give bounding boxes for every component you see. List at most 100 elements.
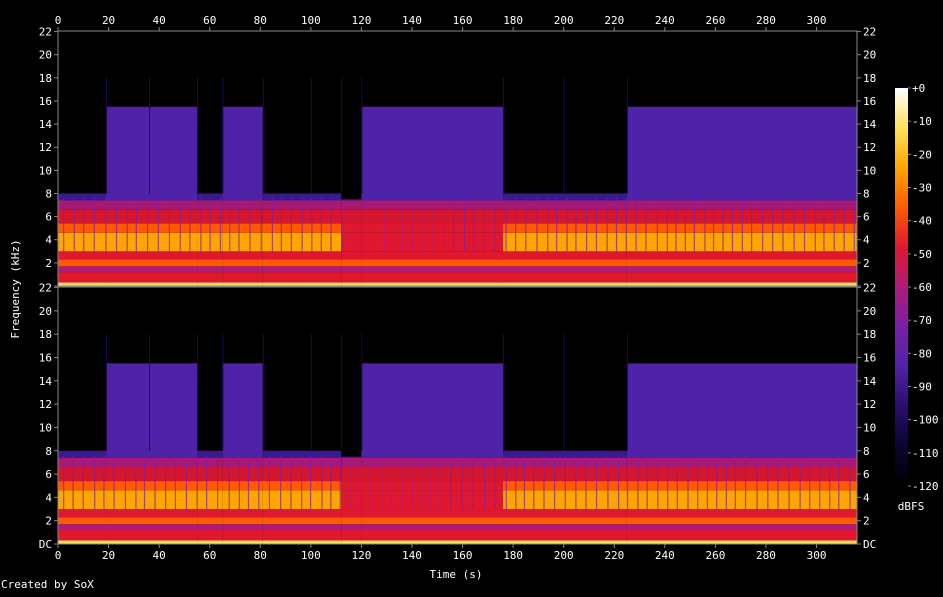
- low-frequency-band: [106, 232, 198, 252]
- low-frequency-band: [58, 200, 107, 210]
- transient-stripe: [411, 468, 413, 510]
- transient-stripe: [712, 198, 715, 252]
- transient-stripe: [666, 198, 668, 252]
- transient-stripe: [819, 455, 821, 510]
- low-frequency-band: [58, 467, 107, 482]
- y-tick-label: 14: [863, 375, 877, 388]
- low-frequency-band: [361, 251, 504, 260]
- transient-stripe: [390, 468, 392, 510]
- transient-stripe: [135, 198, 137, 252]
- low-frequency-band: [626, 282, 857, 286]
- transient-stripe: [301, 198, 303, 252]
- low-frequency-band: [361, 282, 504, 286]
- y-tick-label: 20: [39, 305, 52, 318]
- low-frequency-band: [626, 259, 857, 267]
- y-tick-label: 8: [45, 187, 52, 200]
- transient-stripe: [185, 455, 188, 510]
- low-frequency-band: [106, 490, 198, 510]
- colorbar-tick-label: -60: [912, 281, 932, 294]
- low-frequency-band: [106, 530, 198, 541]
- transient-stripe: [734, 455, 736, 510]
- y-tick-label: 16: [39, 352, 52, 365]
- transient-stripe: [505, 198, 507, 252]
- transient-stripe: [229, 198, 231, 252]
- transient-stripe: [146, 198, 149, 252]
- transient-stripe: [271, 198, 273, 252]
- transient-stripe: [607, 455, 609, 510]
- transient-stripe: [309, 455, 312, 510]
- colorbar-tick-label: -100: [912, 414, 939, 427]
- y-tick-label: 12: [863, 398, 876, 411]
- transient-stripe: [168, 198, 171, 252]
- low-frequency-band: [197, 259, 223, 267]
- low-frequency-band: [626, 272, 857, 283]
- low-frequency-band: [361, 467, 504, 482]
- low-frequency-band: [58, 232, 107, 252]
- high-frequency-band: [106, 106, 198, 201]
- transient-spike: [563, 77, 565, 194]
- transient-stripe: [63, 455, 65, 510]
- low-frequency-band: [222, 467, 263, 482]
- y-tick-label: 8: [863, 445, 870, 458]
- transient-stripe: [135, 455, 137, 510]
- transient-stripe: [353, 210, 355, 252]
- low-frequency-band: [58, 540, 107, 544]
- low-frequency-band: [361, 259, 504, 267]
- x-tick-label: 20: [102, 549, 115, 562]
- transient-stripe: [515, 198, 517, 252]
- transient-stripe: [823, 198, 825, 252]
- x-tick-label: 20: [102, 14, 115, 27]
- transient-stripe: [505, 455, 507, 510]
- low-frequency-band: [626, 467, 857, 482]
- y-tick-label: 18: [863, 72, 876, 85]
- transient-stripe: [206, 455, 208, 510]
- x-tick-label: 300: [807, 549, 827, 562]
- transient-stripe: [809, 455, 811, 510]
- x-tick-label: 0: [55, 14, 62, 27]
- transient-stripe: [595, 455, 598, 510]
- low-frequency-band: [222, 272, 263, 283]
- high-frequency-band: [503, 193, 627, 201]
- transient-stripe: [330, 198, 332, 252]
- transient-stripe: [716, 455, 718, 510]
- transient-stripe: [725, 455, 727, 510]
- transient-stripe: [556, 198, 558, 252]
- x-tick-label: 140: [402, 14, 422, 27]
- low-frequency-band: [58, 490, 107, 510]
- bandwidth-segment: [106, 106, 198, 286]
- high-frequency-band: [361, 363, 504, 458]
- low-frequency-band: [341, 517, 362, 525]
- low-frequency-band: [503, 200, 627, 210]
- transient-stripe: [782, 198, 784, 252]
- transient-spike: [341, 334, 343, 451]
- low-frequency-band: [262, 282, 342, 286]
- x-tick-label: 0: [55, 549, 62, 562]
- transient-stripe: [494, 198, 496, 252]
- low-frequency-band: [106, 540, 198, 544]
- transient-stripe: [72, 455, 74, 510]
- colorbar-tick-label: -20: [912, 148, 932, 161]
- transient-stripe: [829, 455, 831, 510]
- x-tick-label: 200: [554, 14, 574, 27]
- low-frequency-band: [262, 524, 342, 531]
- y-tick-label: 4: [45, 234, 52, 247]
- low-frequency-band: [626, 490, 857, 510]
- low-frequency-band: [58, 251, 107, 260]
- x-tick-label: 80: [254, 14, 267, 27]
- transient-stripe: [838, 455, 840, 510]
- transient-stripe: [635, 198, 637, 252]
- transient-stripe: [126, 198, 128, 252]
- low-frequency-band: [361, 509, 504, 518]
- low-frequency-band: [503, 524, 627, 531]
- low-frequency-band: [361, 490, 504, 510]
- transient-stripe: [383, 210, 386, 252]
- low-frequency-band: [626, 509, 857, 518]
- low-frequency-band: [341, 481, 362, 491]
- y-tick-label: 2: [45, 515, 52, 528]
- colorbar-tick-label: -40: [912, 215, 932, 228]
- bandwidth-segment: [361, 363, 504, 544]
- low-frequency-band: [106, 266, 198, 273]
- transient-stripe: [93, 198, 95, 252]
- transient-stripe: [618, 455, 620, 510]
- transient-stripe: [564, 455, 566, 510]
